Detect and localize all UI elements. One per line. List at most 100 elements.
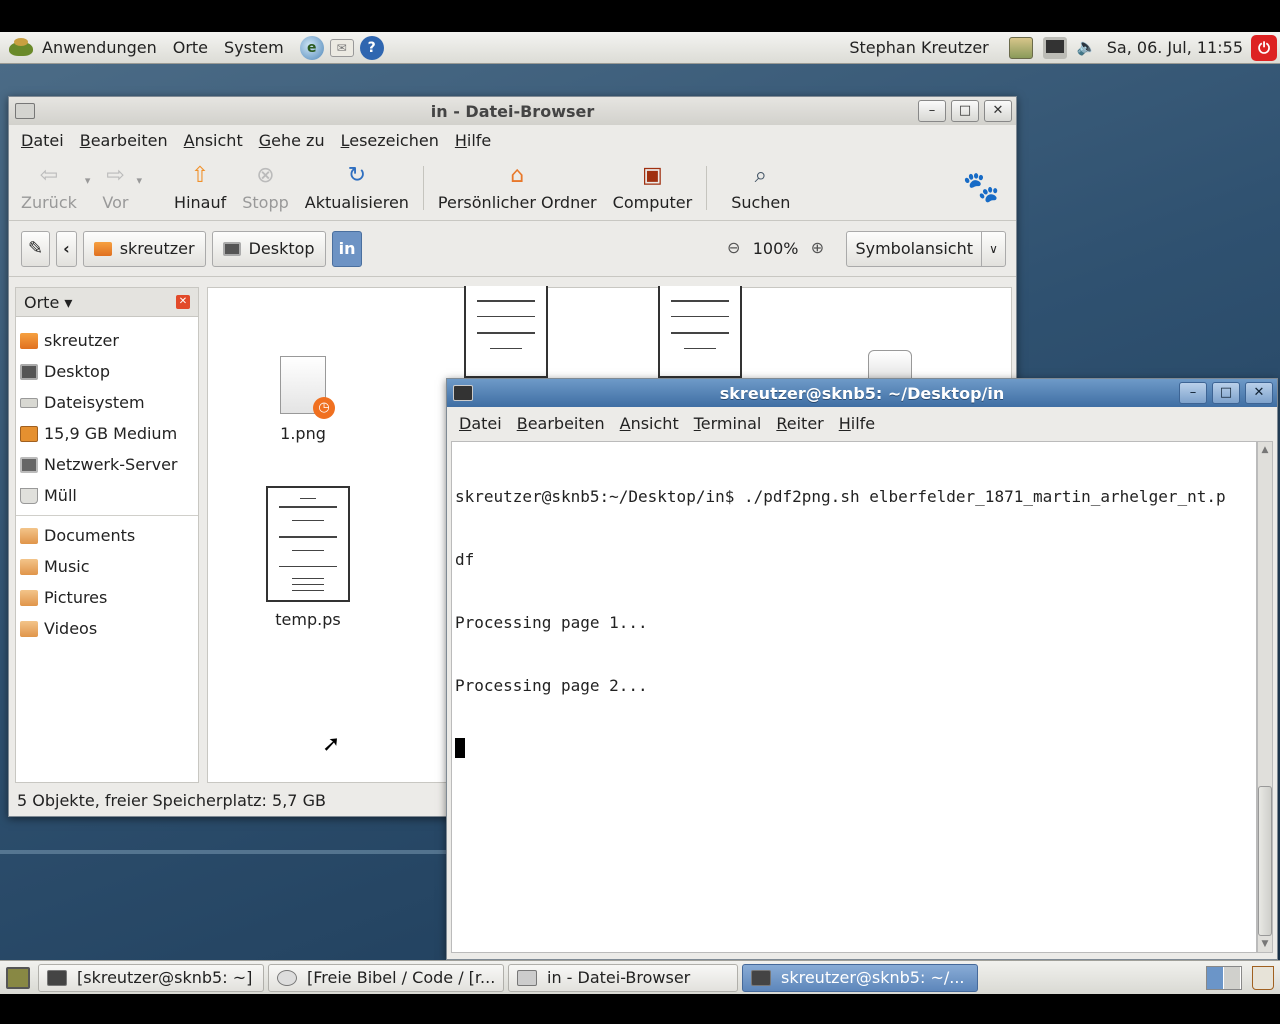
menu-hilfe[interactable]: Hilfe bbox=[839, 414, 875, 433]
trash-icon[interactable] bbox=[1252, 965, 1274, 990]
zoom-in-icon[interactable]: ⊕ bbox=[806, 238, 828, 260]
scrollbar-thumb[interactable] bbox=[1258, 786, 1272, 936]
forward-button[interactable]: ⇨ Vor bbox=[94, 163, 136, 212]
sidebar-item-desktop[interactable]: Desktop bbox=[16, 356, 198, 387]
path-button-desktop[interactable]: Desktop bbox=[211, 230, 326, 267]
menu-datei[interactable]: Datei bbox=[21, 131, 64, 150]
computer-button[interactable]: ▣ Computer bbox=[605, 163, 701, 212]
forward-history-dropdown[interactable]: ▾ bbox=[137, 174, 143, 187]
reload-button[interactable]: ↻ Aktualisieren bbox=[297, 163, 417, 212]
menu-lesezeichen[interactable]: Lesezeichen bbox=[341, 131, 439, 150]
power-icon[interactable]: ⏻ bbox=[1251, 34, 1277, 61]
menu-bearbeiten[interactable]: Bearbeiten bbox=[80, 131, 168, 150]
workspace-1[interactable] bbox=[1207, 966, 1224, 989]
location-entry-toggle[interactable]: ✎ bbox=[21, 230, 51, 267]
menu-applications[interactable]: Anwendungen bbox=[42, 38, 157, 57]
show-desktop-icon[interactable] bbox=[6, 966, 30, 989]
file-item[interactable]: ◷ 1.png bbox=[280, 356, 335, 443]
workspace-switcher[interactable] bbox=[1206, 965, 1242, 990]
folder-icon bbox=[20, 589, 38, 606]
sidebar-item-music[interactable]: Music bbox=[16, 551, 198, 582]
close-button[interactable]: ✕ bbox=[1245, 382, 1273, 404]
menu-reiter[interactable]: Reiter bbox=[776, 414, 823, 433]
taskbar-button-active[interactable]: skreutzer@sknb5: ~/... bbox=[742, 963, 978, 992]
menu-terminal[interactable]: Terminal bbox=[694, 414, 762, 433]
update-notifier-icon[interactable] bbox=[1008, 36, 1033, 59]
taskbar-button[interactable]: [Freie Bibel / Code / [r... bbox=[268, 963, 504, 992]
menu-datei[interactable]: Datei bbox=[459, 414, 502, 433]
back-history-dropdown[interactable]: ▾ bbox=[85, 174, 91, 187]
up-button[interactable]: ⇧ Hinauf bbox=[166, 163, 234, 212]
location-bar: ✎ ‹ skreutzer Desktop in ⊖ 100% ⊕ Symbol… bbox=[9, 221, 1016, 277]
close-sidebar-icon[interactable]: ✕ bbox=[176, 295, 190, 309]
search-button[interactable]: ⌕ Suchen bbox=[723, 163, 798, 212]
menu-ansicht[interactable]: Ansicht bbox=[620, 414, 679, 433]
home-folder-button[interactable]: ⌂ Persönlicher Ordner bbox=[430, 163, 605, 212]
scroll-down-arrow-icon[interactable]: ▼ bbox=[1258, 936, 1272, 952]
file-item[interactable] bbox=[868, 350, 912, 380]
terminal-cursor-line bbox=[455, 738, 1253, 759]
taskbar-button[interactable]: [skreutzer@sknb5: ~] bbox=[38, 963, 264, 992]
path-scroll-left[interactable]: ‹ bbox=[56, 230, 77, 267]
places-list: skreutzer Desktop Dateisystem 15,9 GB Me… bbox=[15, 317, 199, 783]
places-sidebar: Orte ▾ ✕ skreutzer Desktop Dateisystem 1… bbox=[15, 287, 199, 783]
terminal-window-menu-icon[interactable] bbox=[453, 385, 473, 401]
path-button-home[interactable]: skreutzer bbox=[82, 230, 206, 267]
user-switcher[interactable]: Stephan Kreutzer bbox=[849, 38, 988, 57]
help-icon[interactable]: ? bbox=[359, 35, 384, 60]
sidebar-item-network[interactable]: Netzwerk-Server bbox=[16, 449, 198, 480]
sidebar-type-select[interactable]: Orte ▾ bbox=[24, 293, 72, 312]
folder-icon bbox=[20, 527, 38, 544]
computer-icon: ▣ bbox=[642, 163, 663, 188]
zoom-out-icon[interactable]: ⊖ bbox=[723, 238, 745, 260]
path-button-current[interactable]: in bbox=[331, 230, 363, 267]
gnome-foot-icon bbox=[6, 35, 36, 61]
minimize-button[interactable]: – bbox=[1179, 382, 1207, 404]
sidebar-item-filesystem[interactable]: Dateisystem bbox=[16, 387, 198, 418]
sidebar-item-pictures[interactable]: Pictures bbox=[16, 582, 198, 613]
sidebar-item-media[interactable]: 15,9 GB Medium bbox=[16, 418, 198, 449]
workspace-2[interactable] bbox=[1224, 966, 1241, 989]
document-icon bbox=[868, 350, 912, 380]
sidebar-item-videos[interactable]: Videos bbox=[16, 613, 198, 644]
file-item[interactable] bbox=[658, 286, 742, 378]
menu-gehe-zu[interactable]: Gehe zu bbox=[259, 131, 325, 150]
back-button[interactable]: ⇦ Zurück bbox=[13, 163, 85, 212]
file-browser-titlebar[interactable]: in - Datei-Browser – □ ✕ bbox=[9, 97, 1016, 125]
sidebar-item-home[interactable]: skreutzer bbox=[16, 325, 198, 356]
terminal-line: df bbox=[455, 550, 475, 569]
sidebar-item-documents[interactable]: Documents bbox=[16, 520, 198, 551]
sidebar-item-trash[interactable]: Müll bbox=[16, 480, 198, 511]
web-browser-icon[interactable]: e bbox=[299, 35, 324, 60]
edit-location-icon: ✎ bbox=[28, 238, 44, 259]
menu-bearbeiten[interactable]: Bearbeiten bbox=[517, 414, 605, 433]
file-item[interactable]: temp.ps bbox=[266, 486, 350, 629]
maximize-button[interactable]: □ bbox=[951, 100, 979, 122]
clock[interactable]: Sa, 06. Jul, 11:55 bbox=[1107, 38, 1243, 57]
sidebar-divider bbox=[16, 515, 198, 516]
menu-ansicht[interactable]: Ansicht bbox=[184, 131, 243, 150]
file-item[interactable] bbox=[464, 286, 548, 378]
minimize-button[interactable]: – bbox=[918, 100, 946, 122]
network-manager-icon[interactable] bbox=[1042, 36, 1067, 59]
terminal-scrollbar[interactable]: ▲ ▼ bbox=[1257, 441, 1273, 953]
volume-icon[interactable]: 🔈 bbox=[1077, 37, 1097, 59]
maximize-button[interactable]: □ bbox=[1212, 382, 1240, 404]
window-menu-icon[interactable] bbox=[15, 103, 35, 119]
zoom-level[interactable]: 100% bbox=[753, 239, 799, 258]
mail-icon[interactable]: ✉ bbox=[329, 38, 354, 57]
scroll-up-arrow-icon[interactable]: ▲ bbox=[1258, 442, 1272, 458]
menu-system[interactable]: System bbox=[224, 38, 284, 57]
menu-places[interactable]: Orte bbox=[173, 38, 208, 57]
terminal-titlebar[interactable]: skreutzer@sknb5: ~/Desktop/in – □ ✕ bbox=[447, 379, 1277, 407]
taskbar-button[interactable]: in - Datei-Browser bbox=[508, 963, 738, 992]
stop-button[interactable]: ⊗ Stopp bbox=[234, 163, 297, 212]
view-mode-select[interactable]: Symbolansicht ∨ bbox=[846, 230, 1006, 267]
terminal-screen[interactable]: skreutzer@sknb5:~/Desktop/in$ ./pdf2png.… bbox=[451, 441, 1257, 953]
menu-hilfe[interactable]: Hilfe bbox=[455, 131, 491, 150]
home-folder-icon bbox=[20, 332, 38, 349]
close-button[interactable]: ✕ bbox=[984, 100, 1012, 122]
stop-icon: ⊗ bbox=[256, 163, 275, 188]
gnome-throbber-icon: 🐾 bbox=[962, 170, 1000, 205]
reload-icon: ↻ bbox=[347, 163, 367, 188]
